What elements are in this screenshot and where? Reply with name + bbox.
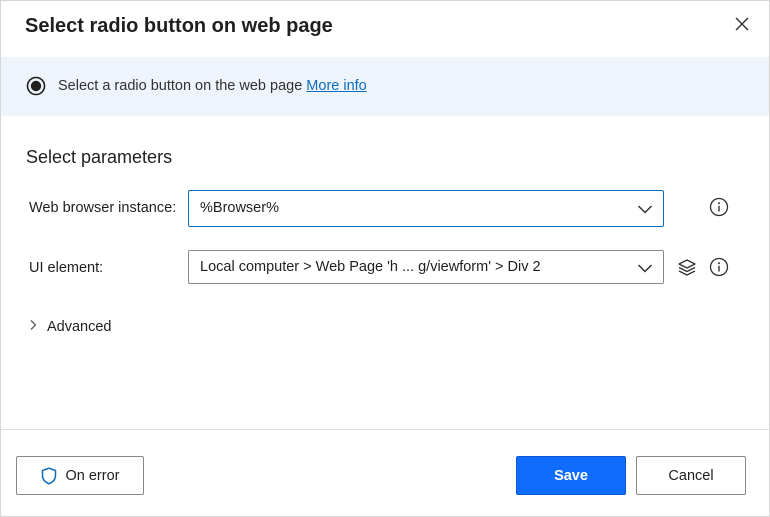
close-icon — [735, 17, 749, 36]
info-text: Select a radio button on the web page Mo… — [58, 78, 367, 94]
chevron-down-icon — [637, 261, 653, 275]
on-error-button[interactable]: On error — [16, 456, 144, 495]
browser-instance-info-button[interactable] — [708, 197, 730, 222]
shield-icon — [41, 466, 57, 485]
save-button[interactable]: Save — [516, 456, 626, 495]
ui-element-value: Local computer > Web Page 'h ... g/viewf… — [200, 259, 541, 275]
section-title: Select parameters — [26, 147, 173, 167]
layers-icon — [677, 257, 697, 282]
info-description: Select a radio button on the web page — [58, 78, 303, 94]
ui-element-picker-button[interactable] — [676, 258, 698, 280]
radio-button-icon — [26, 76, 46, 96]
on-error-label: On error — [65, 467, 120, 484]
browser-instance-label: Web browser instance: — [29, 200, 177, 216]
footer-divider — [1, 429, 769, 430]
cancel-button[interactable]: Cancel — [636, 456, 746, 495]
ui-element-label: UI element: — [29, 260, 104, 276]
ui-element-dropdown[interactable]: Local computer > Web Page 'h ... g/viewf… — [188, 250, 664, 284]
browser-instance-dropdown[interactable]: %Browser% — [188, 190, 664, 227]
more-info-link[interactable]: More info — [306, 78, 366, 94]
chevron-down-icon — [637, 202, 653, 216]
info-icon — [709, 257, 729, 282]
ui-element-info-button[interactable] — [708, 257, 730, 282]
chevron-right-icon — [28, 318, 38, 336]
browser-instance-value: %Browser% — [200, 200, 279, 216]
info-banner: Select a radio button on the web page Mo… — [1, 57, 769, 116]
advanced-expander[interactable]: Advanced — [28, 317, 112, 337]
advanced-label: Advanced — [47, 319, 112, 335]
dialog-title: Select radio button on web page — [25, 15, 333, 37]
close-button[interactable] — [729, 13, 755, 39]
info-icon — [709, 197, 729, 222]
dialog: Select radio button on web page Select a… — [0, 0, 770, 517]
